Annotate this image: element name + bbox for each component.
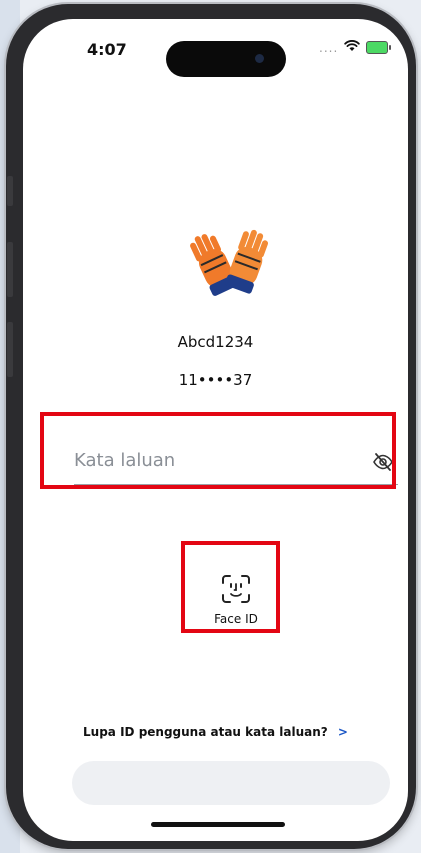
account-number-masked: 11••••37 [178,371,253,389]
dynamic-island [166,41,286,77]
status-time: 4:07 [87,40,127,59]
login-button[interactable] [72,761,390,805]
status-icons: .... [319,40,392,55]
chevron-right-icon: > [337,725,348,739]
forgot-credentials-label: Lupa ID pengguna atau kata laluan? [83,725,328,739]
username-label: Abcd1234 [177,333,254,351]
mute-switch [7,176,13,206]
password-highlight-box [40,412,396,489]
volume-up-button [7,242,13,297]
signal-dots: .... [319,40,339,55]
forgot-credentials-link[interactable]: Lupa ID pengguna atau kata laluan? > [23,725,408,739]
wifi-icon [344,40,360,55]
battery-charging-icon [366,41,392,54]
gloves-avatar-icon [183,219,279,315]
face-id-highlight-box [181,541,280,633]
home-indicator [151,822,285,827]
camera-dot [255,54,264,63]
volume-down-button [7,322,13,377]
